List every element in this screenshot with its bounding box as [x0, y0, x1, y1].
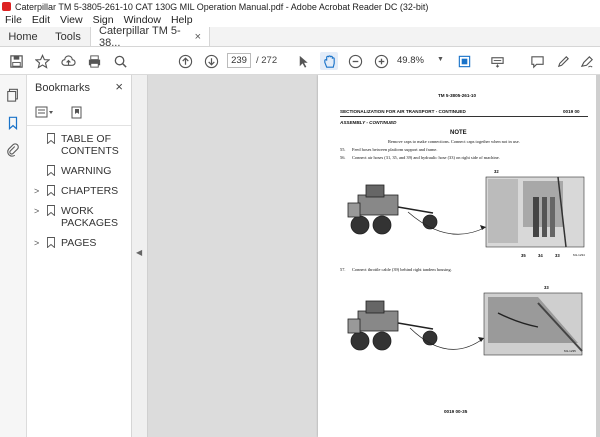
bookmark-label: WORK — [61, 205, 94, 217]
bookmark-label: CHAPTERS — [61, 185, 119, 197]
previous-page-icon[interactable] — [176, 52, 194, 70]
select-cursor-icon[interactable] — [294, 52, 312, 70]
keyboard-icon[interactable] — [488, 52, 506, 70]
bookmark-label-line2: CONTENTS — [61, 145, 119, 157]
menu-edit[interactable]: Edit — [27, 14, 55, 26]
bookmark-pages[interactable]: > PAGES — [27, 237, 131, 249]
collapse-arrow-icon[interactable]: ◀ — [136, 248, 142, 257]
callout-label: 32 — [494, 169, 499, 174]
sign-icon[interactable] — [578, 52, 596, 70]
bookmarks-tools — [35, 105, 93, 119]
figure-tag: M1-1234 — [573, 253, 585, 257]
figure-hose-connections — [347, 176, 585, 248]
bookmark-label: PAGES — [61, 237, 97, 249]
bookmark-star-icon[interactable] — [33, 52, 51, 70]
menu-bar: File Edit View Sign Window Help — [0, 13, 600, 27]
zoom-in-icon[interactable] — [372, 52, 390, 70]
upload-cloud-icon[interactable] — [59, 52, 77, 70]
bookmark-ribbon-icon — [47, 133, 55, 144]
step-text: Connect air hoses (31, 35, and 39) and h… — [352, 155, 500, 160]
vertical-scrollbar[interactable] — [596, 75, 600, 437]
step-text: Feed hoses between platform support and … — [352, 147, 438, 152]
callout-label: 35 — [521, 253, 526, 258]
window-title: Caterpillar TM 5-3805-261-10 CAT 130G MI… — [15, 1, 429, 12]
attachments-icon[interactable] — [5, 142, 21, 158]
tab-document[interactable]: Caterpillar TM 5-38... × — [90, 24, 210, 49]
callout-label: 33 — [544, 285, 549, 290]
section-title: SECTIONALIZATION FOR AIR TRANSPORT - CON… — [340, 109, 466, 114]
expand-chevron-icon[interactable]: > — [34, 185, 39, 197]
header-rule — [340, 116, 588, 117]
note-text: Remove caps to make connections. Connect… — [388, 139, 520, 144]
tab-document-label: Caterpillar TM 5-38... — [99, 24, 181, 49]
step-text: Connect throttle cable (39) behind right… — [352, 267, 452, 272]
navigation-rail — [0, 75, 27, 437]
pen-highlight-icon[interactable] — [554, 52, 572, 70]
bookmarks-header: Bookmarks — [35, 82, 91, 94]
panel-collapse-handle[interactable]: ◀ — [132, 75, 148, 437]
bookmark-chapters[interactable]: > CHAPTERS — [27, 185, 131, 197]
step-number: 56. — [340, 155, 346, 160]
callout-label: 33 — [555, 253, 560, 258]
callout-label: 34 — [538, 253, 543, 258]
next-page-icon[interactable] — [202, 52, 220, 70]
grader-drawing — [347, 300, 438, 351]
bookmark-table-of-contents[interactable]: TABLE OF CONTENTS — [27, 133, 131, 157]
print-icon[interactable] — [85, 52, 103, 70]
menu-view[interactable]: View — [55, 14, 88, 26]
tab-tools[interactable]: Tools — [46, 27, 90, 46]
fit-page-icon[interactable] — [455, 52, 473, 70]
title-bar: Caterpillar TM 5-3805-261-10 CAT 130G MI… — [0, 0, 600, 13]
note-title: NOTE — [450, 130, 467, 136]
find-bookmark-icon[interactable] — [71, 105, 93, 119]
zoom-dropdown-icon[interactable]: ▼ — [437, 56, 444, 63]
bookmark-list: TABLE OF CONTENTS WARNING > CHAPTERS > W… — [27, 133, 131, 257]
comment-icon[interactable] — [528, 52, 546, 70]
expand-chevron-icon[interactable]: > — [34, 237, 39, 249]
page-number-input[interactable]: 239 — [227, 53, 251, 68]
expand-chevron-icon[interactable]: > — [34, 205, 39, 217]
toolbar: 239 / 272 49.8% ▼ — [0, 47, 600, 75]
hand-tool-icon[interactable] — [320, 52, 338, 70]
figure-throttle-cable — [347, 292, 583, 356]
divider — [27, 125, 131, 126]
zoom-out-icon[interactable] — [346, 52, 364, 70]
bookmark-label: WARNING — [61, 165, 112, 177]
save-icon[interactable] — [7, 52, 25, 70]
bookmark-ribbon-icon — [47, 185, 55, 196]
page-total: / 272 — [256, 55, 278, 66]
tab-home[interactable]: Home — [0, 27, 46, 46]
page-thumbnails-icon[interactable] — [5, 87, 21, 103]
bookmark-options-icon[interactable] — [35, 105, 57, 119]
bookmark-ribbon-icon — [47, 205, 55, 216]
bookmark-work-packages[interactable]: > WORK PACKAGES — [27, 205, 131, 229]
bookmark-label: TABLE OF — [61, 133, 111, 145]
step-number: 55. — [340, 147, 346, 152]
step-number: 57. — [340, 267, 346, 272]
tab-bar: Home Tools Caterpillar TM 5-38... × — [0, 24, 600, 49]
acrobat-icon — [2, 2, 11, 11]
doc-number: TM 5-3805-261-10 — [438, 93, 477, 98]
bookmark-warning[interactable]: WARNING — [27, 165, 131, 177]
close-panel-icon[interactable]: × — [115, 79, 123, 94]
document-viewport[interactable]: TM 5-3805-261-10 SECTIONALIZATION FOR AI… — [148, 75, 600, 437]
bookmarks-panel-icon[interactable] — [5, 115, 21, 131]
bookmark-ribbon-icon — [47, 237, 55, 248]
bookmark-label-line2: PACKAGES — [61, 217, 118, 229]
bookmark-ribbon-icon — [47, 165, 55, 176]
bookmarks-panel: Bookmarks × TABLE OF CONTENTS WARNING > … — [27, 75, 132, 437]
close-tab-icon[interactable]: × — [195, 31, 201, 43]
page-footer: 0019 00-35 — [444, 409, 468, 414]
subsection-title: ASSEMBLY - CONTINUED — [340, 120, 397, 125]
search-icon[interactable] — [111, 52, 129, 70]
section-code: 0019 00 — [563, 109, 580, 114]
figure-tag: M1-1235 — [564, 349, 576, 353]
grader-drawing — [347, 184, 438, 235]
menu-file[interactable]: File — [0, 14, 27, 26]
pdf-page: TM 5-3805-261-10 SECTIONALIZATION FOR AI… — [318, 75, 596, 437]
zoom-level[interactable]: 49.8% — [397, 53, 433, 68]
